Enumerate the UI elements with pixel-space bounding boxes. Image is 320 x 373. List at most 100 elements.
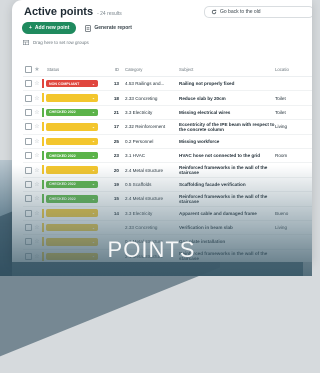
status-dropdown[interactable]: CHECKED 2022 ⌄ (46, 151, 98, 160)
star-icon[interactable]: ☆ (33, 181, 41, 188)
chevron-down-icon: ⌄ (91, 96, 95, 101)
point-id: 18 (113, 95, 119, 101)
star-icon[interactable]: ☆ (33, 167, 41, 174)
row-checkbox[interactable] (23, 224, 33, 232)
point-id: 20 (113, 167, 119, 173)
table-body: ☆ NON COMPLIANT ⌄ 13 4.53 Railings and... Rai… (23, 77, 312, 262)
status-stripe (42, 79, 44, 88)
generate-report-button[interactable]: Generate report (80, 22, 137, 34)
row-checkbox[interactable] (23, 123, 33, 131)
status-cell: NON COMPLIANT ⌄ (41, 77, 103, 90)
header-id[interactable]: ID (103, 67, 125, 72)
status-dropdown[interactable]: ⌄ (46, 223, 98, 232)
point-subject[interactable]: Missing workforce (179, 139, 275, 144)
status-cell: ⌄ (41, 207, 103, 220)
status-dropdown[interactable]: CHECKED 2022 ⌄ (46, 108, 98, 117)
star-icon[interactable]: ☆ (33, 210, 41, 217)
status-dropdown[interactable]: ⌄ (46, 94, 98, 102)
point-subject[interactable]: Apparent cable and damaged frame (179, 211, 275, 216)
row-checkbox[interactable] (23, 94, 33, 102)
table-header: ★ Status ID Category Subject Locatio (23, 62, 312, 77)
status-dropdown[interactable]: ⌄ (46, 166, 98, 174)
point-category: 0.5 Scaffolds (125, 181, 152, 187)
point-subject[interactable]: Eccentricity of the IPE beam with respec… (179, 122, 275, 132)
table-row[interactable]: ☆ CHECKED 2022 ⌄ 19 0.5 Scaffolds Scaffolding… (23, 178, 312, 193)
status-cell: CHECKED 2022 ⌄ (41, 178, 103, 191)
star-icon[interactable]: ☆ (33, 80, 41, 87)
table-row[interactable]: ☆ CHECKED 2022 ⌄ 23 3.1 HVAC HVAC hose not co… (23, 149, 312, 164)
chevron-down-icon: ⌄ (91, 124, 95, 129)
header-status[interactable]: Status (41, 62, 103, 76)
point-category: 0.2 Personnel (125, 138, 154, 144)
status-dropdown[interactable]: CHECKED 2022 ⌄ (46, 180, 98, 189)
table-row[interactable]: ☆ ⌄ 17 2.32 Reinforcement Eccentricity of th… (23, 120, 312, 135)
star-icon[interactable]: ☆ (33, 152, 41, 159)
point-subject[interactable]: Reduce slab by 20cm (179, 96, 275, 101)
point-subject[interactable]: Verification in beam slab (179, 225, 275, 230)
table-row[interactable]: ☆ CHECKED 2022 ⌄ 21 3.3 Electricity Missing e… (23, 106, 312, 121)
status-label: CHECKED 2022 (49, 153, 76, 158)
status-dropdown[interactable]: NON COMPLIANT ⌄ (46, 79, 98, 88)
add-point-button[interactable]: + Add new point (22, 22, 77, 34)
status-stripe (42, 165, 44, 175)
row-groups-dropzone[interactable]: Drag here to set row groups (23, 40, 89, 45)
row-checkbox[interactable] (23, 180, 33, 188)
table-row[interactable]: ☆ ⌄ 14 3.3 Electricity Apparent cable and da… (23, 207, 312, 221)
group-icon (23, 40, 29, 45)
star-icon[interactable]: ☆ (33, 123, 41, 130)
point-category: 2.4 Metal structure (125, 167, 164, 173)
row-checkbox[interactable] (23, 209, 33, 217)
table-row[interactable]: ☆ NON COMPLIANT ⌄ 13 4.53 Railings and... Rai… (23, 77, 312, 92)
point-subject[interactable]: Reinforced frameworks in the wall of the… (179, 194, 275, 204)
header-location[interactable]: Locatio (275, 67, 305, 72)
status-stripe (42, 122, 44, 132)
header-subject[interactable]: Subject (179, 67, 275, 72)
point-subject[interactable]: Reinforced frameworks in the wall of the… (179, 165, 275, 175)
point-subject[interactable]: Railing not properly fixed (179, 81, 275, 86)
table-row[interactable]: ☆ ⌄ 2.33 Concreting Verification in beam sl… (23, 221, 312, 236)
point-location: Bueno (275, 210, 289, 216)
status-dropdown[interactable]: ⌄ (46, 209, 98, 217)
status-stripe (42, 107, 44, 117)
star-header-icon[interactable]: ★ (33, 66, 41, 73)
star-icon[interactable]: ☆ (33, 109, 41, 116)
point-category: 3.1 HVAC (125, 153, 146, 159)
status-stripe (42, 93, 44, 103)
chevron-down-icon: ⌄ (91, 168, 95, 173)
point-category: 4.53 Railings and... (125, 81, 165, 87)
point-location: Toilet (275, 109, 286, 115)
point-id: 23 (113, 153, 119, 159)
star-icon[interactable]: ☆ (33, 195, 41, 202)
status-stripe (42, 179, 44, 189)
row-checkbox[interactable] (23, 152, 33, 160)
row-checkbox[interactable] (23, 137, 33, 145)
back-to-old-button[interactable]: Go back to the old (204, 6, 312, 18)
star-icon[interactable]: ☆ (33, 138, 41, 145)
table-row[interactable]: ☆ ⌄ 20 2.4 Metal structure Reinforced framew… (23, 163, 312, 178)
status-dropdown[interactable]: ⌄ (46, 137, 98, 145)
chevron-down-icon: ⌄ (91, 139, 95, 144)
point-location: Living (275, 225, 288, 231)
point-subject[interactable]: HVAC hose not connected to the grid (179, 153, 275, 158)
point-subject[interactable]: Missing electrical wires (179, 110, 275, 115)
row-checkbox[interactable] (23, 166, 33, 174)
header-category[interactable]: Category (125, 67, 179, 72)
table-row[interactable]: ☆ ⌄ 25 0.2 Personnel Missing workforce (23, 135, 312, 149)
row-checkbox[interactable] (23, 195, 33, 203)
row-checkbox[interactable] (23, 80, 33, 88)
row-checkbox[interactable] (23, 108, 33, 116)
chevron-down-icon: ⌄ (91, 81, 95, 86)
select-all-checkbox[interactable] (23, 65, 33, 73)
table-row[interactable]: ☆ ⌄ 18 2.33 Concreting Reduce slab by 20cm To… (23, 91, 312, 106)
status-dropdown[interactable]: CHECKED 2022 ⌄ (46, 195, 98, 203)
table-row[interactable]: ☆ CHECKED 2022 ⌄ 15 2.4 Metal structure Reinf… (23, 192, 312, 207)
status-cell: ⌄ (41, 120, 103, 133)
point-category: 3.3 Electricity (125, 109, 153, 115)
add-point-label: Add new point (34, 25, 70, 31)
status-dropdown[interactable]: ⌄ (46, 123, 98, 131)
star-icon[interactable]: ☆ (33, 224, 41, 231)
chevron-down-icon: ⌄ (91, 153, 95, 158)
point-subject[interactable]: Scaffolding facade verification (179, 182, 275, 187)
star-icon[interactable]: ☆ (33, 95, 41, 102)
status-cell: ⌄ (41, 221, 103, 234)
